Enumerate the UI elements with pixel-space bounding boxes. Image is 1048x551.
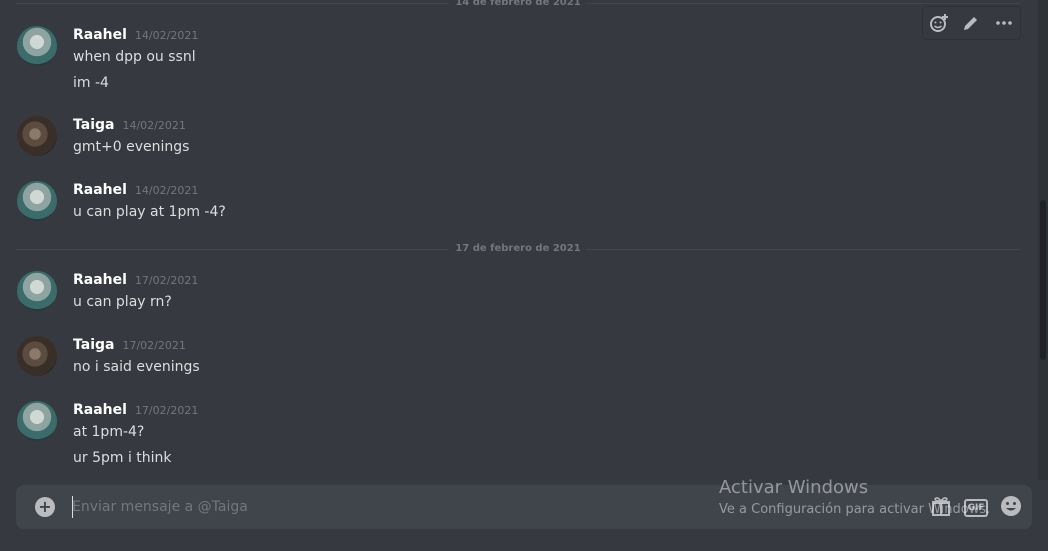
add-reaction-icon <box>930 14 949 32</box>
gif-button[interactable]: GIF <box>964 499 988 517</box>
avatar[interactable] <box>17 401 57 441</box>
author-name[interactable]: Raahel <box>73 182 127 198</box>
message-text: no i said evenings <box>73 359 200 375</box>
avatar[interactable] <box>17 181 57 221</box>
author-name[interactable]: Raahel <box>73 272 127 288</box>
timestamp: 17/02/2021 <box>134 404 199 417</box>
author-name[interactable]: Taiga <box>73 337 114 353</box>
timestamp: 14/02/2021 <box>134 29 199 42</box>
author-name[interactable]: Raahel <box>73 402 127 418</box>
plus-icon: + <box>38 497 52 516</box>
upload-button[interactable]: + <box>35 497 55 517</box>
author-name[interactable]: Taiga <box>73 117 114 133</box>
edit-icon <box>964 17 978 30</box>
message-text: u can play rn? <box>73 294 172 310</box>
message-toolbar <box>922 6 1021 40</box>
avatar[interactable] <box>17 26 57 66</box>
more-button[interactable] <box>992 11 1016 35</box>
date-divider: 17 de febrero de 2021 <box>16 242 1020 256</box>
date-divider: 14 de febrero de 2021 <box>16 0 1020 10</box>
avatar[interactable] <box>17 271 57 311</box>
timestamp: 14/02/2021 <box>122 119 186 132</box>
message-text: u can play at 1pm -4? <box>73 204 226 220</box>
emoji-button[interactable] <box>1000 495 1022 521</box>
composer-actions: GIF <box>930 495 1022 521</box>
emoji-icon <box>1001 496 1021 516</box>
message-text: gmt+0 evenings <box>73 139 190 155</box>
date-divider-label: 17 de febrero de 2021 <box>449 242 587 256</box>
date-divider-label: 14 de febrero de 2021 <box>449 0 587 10</box>
gift-button[interactable] <box>930 495 952 521</box>
message-text: at 1pm-4? <box>73 424 145 440</box>
avatar[interactable] <box>17 116 57 156</box>
message-text: when dpp ou ssnl <box>73 49 196 65</box>
scrollbar-track[interactable] <box>1038 0 1048 480</box>
message-text: ur 5pm i think <box>73 450 172 466</box>
timestamp: 17/02/2021 <box>134 274 199 287</box>
avatar[interactable] <box>17 336 57 376</box>
timestamp: 17/02/2021 <box>122 339 186 352</box>
message-text: im -4 <box>73 75 109 91</box>
scrollbar-thumb[interactable] <box>1040 200 1046 360</box>
add-reaction-button[interactable] <box>927 11 951 35</box>
message-input[interactable] <box>72 497 672 517</box>
timestamp: 14/02/2021 <box>134 184 199 197</box>
text-caret <box>72 496 73 518</box>
edit-button[interactable] <box>959 11 983 35</box>
more-icon <box>996 21 1012 25</box>
message-composer: + GIF <box>16 485 1032 529</box>
author-name[interactable]: Raahel <box>73 27 127 43</box>
gift-icon <box>932 497 950 516</box>
